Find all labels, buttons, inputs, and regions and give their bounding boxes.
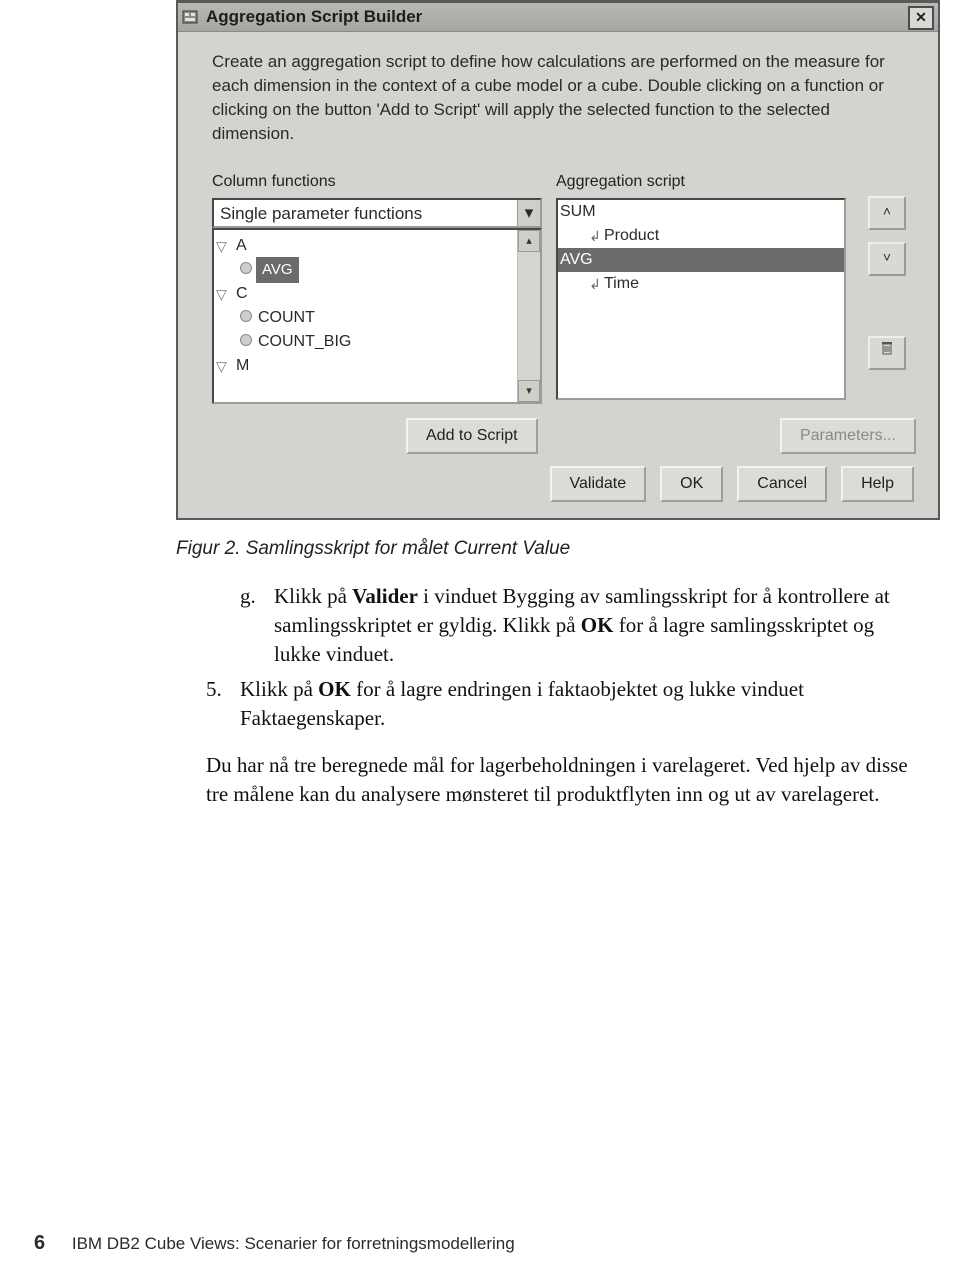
combo-value: Single parameter functions [214, 200, 517, 226]
bold: Valider [352, 584, 418, 608]
delete-button[interactable] [868, 336, 906, 370]
bullet-icon [240, 310, 252, 322]
help-button[interactable]: Help [841, 466, 914, 502]
dialog-window: Aggregation Script Builder ✕ Create an a… [176, 0, 940, 520]
page-number: 6 [34, 1232, 45, 1254]
figure-caption: Figur 2. Samlingsskript for målet Curren… [176, 538, 960, 560]
list-item: 5. Klikk på OK for å lagre endringen i f… [206, 675, 926, 733]
chevron-down-icon[interactable]: ▽ [216, 234, 230, 258]
scroll-down-icon[interactable]: ▾ [518, 380, 540, 402]
dimension-icon: ↲ [586, 272, 604, 296]
cancel-button[interactable]: Cancel [737, 466, 827, 502]
script-function[interactable]: SUM [560, 200, 596, 224]
script-dimension[interactable]: Product [604, 224, 659, 248]
script-function-selected[interactable]: AVG [560, 248, 593, 272]
chevron-down-icon[interactable]: ▽ [216, 354, 230, 378]
validate-button[interactable]: Validate [550, 466, 647, 502]
script-list[interactable]: SUM ↲Product AVG ↲Time [556, 198, 846, 400]
tree-group[interactable]: A [230, 234, 247, 258]
function-category-combo[interactable]: Single parameter functions ▾ [212, 198, 542, 228]
move-down-button[interactable]: ˅ [868, 242, 906, 276]
text: Klikk på [240, 677, 318, 701]
ok-button[interactable]: OK [660, 466, 723, 502]
chevron-down-icon[interactable]: ▽ [216, 282, 230, 306]
dimension-icon: ↲ [586, 224, 604, 248]
bold: OK [581, 613, 614, 637]
tree-group[interactable]: M [230, 354, 249, 378]
bullet-icon [240, 334, 252, 346]
aggregation-script-label: Aggregation script [556, 170, 846, 194]
tree-group[interactable]: C [230, 282, 248, 306]
close-button[interactable]: ✕ [908, 6, 934, 30]
scrollbar[interactable]: ▴ ▾ [517, 230, 540, 402]
dialog-intro: Create an aggregation script to define h… [212, 50, 916, 146]
tree-leaf[interactable]: COUNT [252, 306, 315, 330]
dropdown-icon[interactable]: ▾ [517, 200, 540, 226]
script-dimension[interactable]: Time [604, 272, 639, 296]
app-icon [178, 3, 202, 31]
list-marker: g. [240, 582, 274, 669]
text: Klikk på [274, 584, 352, 608]
list-marker: 5. [206, 675, 240, 733]
title-bar: Aggregation Script Builder ✕ [178, 3, 938, 32]
bold: OK [318, 677, 351, 701]
page-footer: 6 IBM DB2 Cube Views: Scenarier for forr… [34, 1232, 515, 1255]
body-text: g. Klikk på Valider i vinduet Bygging av… [240, 582, 926, 809]
tree-leaf[interactable]: COUNT_BIG [252, 330, 351, 354]
column-functions-label: Column functions [212, 170, 542, 194]
move-up-button[interactable]: ˄ [868, 196, 906, 230]
scroll-track[interactable] [518, 252, 540, 380]
scroll-up-icon[interactable]: ▴ [518, 230, 540, 252]
window-title: Aggregation Script Builder [202, 3, 908, 31]
book-title: IBM DB2 Cube Views: Scenarier for forret… [72, 1234, 515, 1253]
paragraph: Du har nå tre beregnede mål for lagerbeh… [206, 751, 926, 809]
list-item: g. Klikk på Valider i vinduet Bygging av… [240, 582, 926, 669]
add-to-script-button[interactable]: Add to Script [406, 418, 538, 454]
parameters-button[interactable]: Parameters... [780, 418, 916, 454]
tree-leaf-selected[interactable]: AVG [256, 257, 299, 283]
bullet-icon [240, 262, 252, 274]
function-tree[interactable]: ▽A AVG ▽C COUNT COUNT_BIG ▽M [214, 230, 517, 402]
